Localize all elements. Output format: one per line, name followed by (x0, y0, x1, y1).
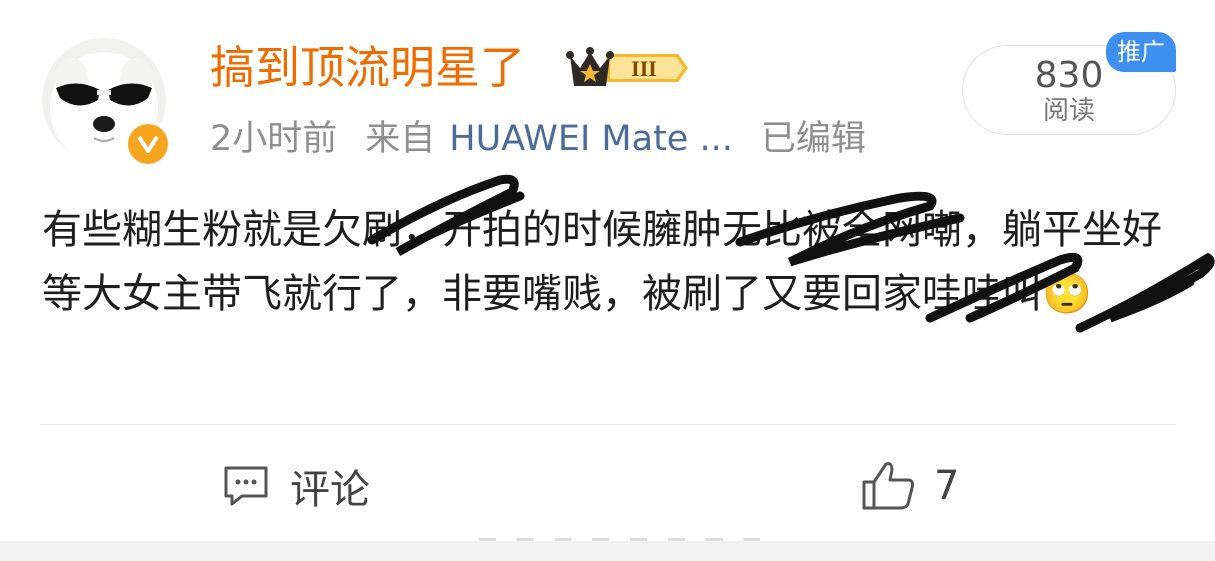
device-link[interactable]: HUAWEI Mate ... (449, 119, 733, 159)
comment-icon (224, 466, 268, 506)
post-meta: 2小时前 来自 HUAWEI Mate ... 已编辑 (210, 113, 894, 165)
edited-label: 已编辑 (760, 119, 866, 159)
read-label: 阅读 (1042, 96, 1095, 126)
source-prefix: 来自 (365, 119, 436, 159)
promote-badge[interactable]: 推广 (1106, 32, 1176, 72)
post-text: 有些糊生粉就是欠刷，开拍的时候臃肿无比被全网嘲，躺平坐好等大女主带飞就行了，非要… (42, 207, 1162, 317)
bottom-bar (0, 541, 1215, 561)
verified-badge (124, 120, 172, 168)
like-button[interactable]: 7 (860, 456, 959, 516)
comment-button[interactable]: 评论 (222, 456, 370, 516)
level-badge-text: III (631, 56, 657, 81)
comment-label: 评论 (290, 467, 370, 513)
thumbs-up-icon (862, 462, 914, 510)
username[interactable]: 搞到顶流明星了 (210, 38, 525, 98)
post-time: 2小时前 (210, 119, 338, 159)
verified-v-icon (137, 135, 159, 153)
crown-level-icon: III (566, 47, 688, 86)
like-count: 7 (934, 463, 960, 509)
divider (40, 424, 1176, 425)
vip-level-badge[interactable]: III (566, 44, 692, 96)
